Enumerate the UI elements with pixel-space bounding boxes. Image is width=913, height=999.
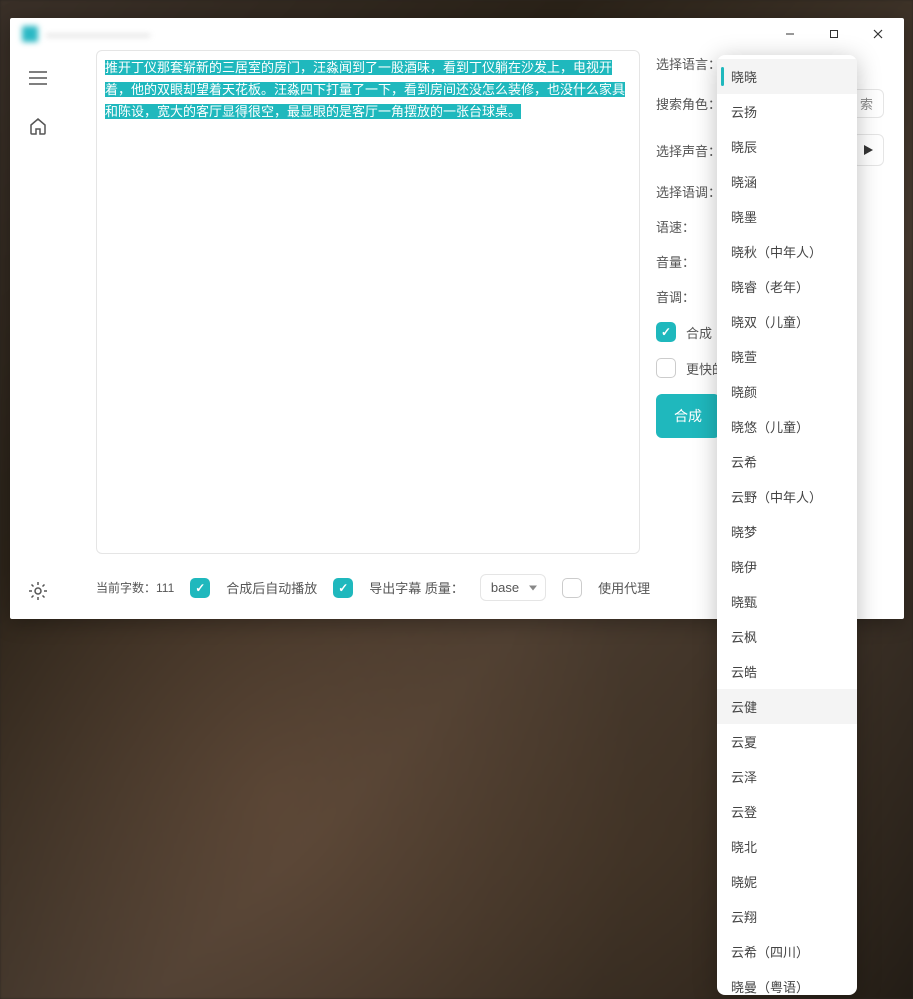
voice-option[interactable]: 晓睿（老年） <box>717 269 857 304</box>
voice-option[interactable]: 晓梦 <box>717 514 857 549</box>
quality-select[interactable]: base <box>480 574 546 601</box>
export-sub-checkbox[interactable] <box>333 578 353 598</box>
language-label: 选择语言： <box>656 54 721 73</box>
text-selection: 推开丁仪那套崭新的三居室的房门，汪淼闻到了一股酒味，看到丁仪躺在沙发上，电视开着… <box>105 60 625 119</box>
search-tail-text: 索 <box>860 94 873 113</box>
voice-option[interactable]: 晓辰 <box>717 129 857 164</box>
voice-option[interactable]: 云扬 <box>717 94 857 129</box>
voice-option[interactable]: 晓颜 <box>717 374 857 409</box>
voice-dropdown[interactable]: 晓晓云扬晓辰晓涵晓墨晓秋（中年人）晓睿（老年）晓双（儿童）晓萱晓颜晓悠（儿童）云… <box>717 55 857 995</box>
text-input[interactable]: 推开丁仪那套崭新的三居室的房门，汪淼闻到了一股酒味，看到丁仪躺在沙发上，电视开着… <box>96 50 640 554</box>
titlebar[interactable]: ———————— <box>10 18 904 50</box>
voice-option[interactable]: 晓北 <box>717 829 857 864</box>
synth-large-label: 合成 <box>686 323 712 342</box>
voice-option[interactable]: 晓伊 <box>717 549 857 584</box>
tone-label: 选择语调： <box>656 182 721 201</box>
autoplay-checkbox[interactable] <box>190 578 210 598</box>
voice-option[interactable]: 晓悠（儿童） <box>717 409 857 444</box>
voice-option[interactable]: 云希（四川） <box>717 934 857 969</box>
title-text: ———————— <box>46 27 150 42</box>
proxy-label: 使用代理 <box>598 578 650 597</box>
voice-option[interactable]: 云野（中年人） <box>717 479 857 514</box>
window-controls <box>768 19 900 49</box>
voice-option[interactable]: 晓秋（中年人） <box>717 234 857 269</box>
home-icon[interactable] <box>26 114 50 138</box>
synth-large-checkbox[interactable] <box>656 322 676 342</box>
window-title: ———————— <box>22 26 150 42</box>
word-count: 当前字数：111 <box>96 579 174 596</box>
voice-option[interactable]: 晓萱 <box>717 339 857 374</box>
volume-label: 音量： <box>656 252 695 271</box>
voice-option[interactable]: 晓涵 <box>717 164 857 199</box>
voice-label: 选择声音： <box>656 141 721 160</box>
voice-option[interactable]: 云健 <box>717 689 857 724</box>
close-button[interactable] <box>856 19 900 49</box>
voice-option[interactable]: 晓双（儿童） <box>717 304 857 339</box>
minimize-button[interactable] <box>768 19 812 49</box>
voice-option[interactable]: 云翔 <box>717 899 857 934</box>
faster-checkbox[interactable] <box>656 358 676 378</box>
voice-option[interactable]: 晓妮 <box>717 864 857 899</box>
voice-option[interactable]: 云登 <box>717 794 857 829</box>
pitch-label: 音调： <box>656 287 695 306</box>
voice-option[interactable]: 晓晓 <box>717 59 857 94</box>
settings-icon[interactable] <box>26 579 50 603</box>
export-sub-label: 导出字幕 质量： <box>369 578 464 597</box>
search-role-label: 搜索角色： <box>656 94 721 113</box>
menu-icon[interactable] <box>26 66 50 90</box>
voice-option[interactable]: 晓甄 <box>717 584 857 619</box>
speed-label: 语速： <box>656 217 695 236</box>
voice-option[interactable]: 云泽 <box>717 759 857 794</box>
voice-option[interactable]: 晓曼（粤语） <box>717 969 857 995</box>
synthesize-button[interactable]: 合成 <box>656 394 720 438</box>
voice-option[interactable]: 云希 <box>717 444 857 479</box>
voice-option[interactable]: 晓墨 <box>717 199 857 234</box>
maximize-button[interactable] <box>812 19 856 49</box>
app-icon <box>22 26 38 42</box>
left-rail <box>10 50 66 619</box>
voice-option[interactable]: 云夏 <box>717 724 857 759</box>
voice-option[interactable]: 云枫 <box>717 619 857 654</box>
autoplay-label: 合成后自动播放 <box>226 578 317 597</box>
proxy-checkbox[interactable] <box>562 578 582 598</box>
voice-option[interactable]: 云皓 <box>717 654 857 689</box>
